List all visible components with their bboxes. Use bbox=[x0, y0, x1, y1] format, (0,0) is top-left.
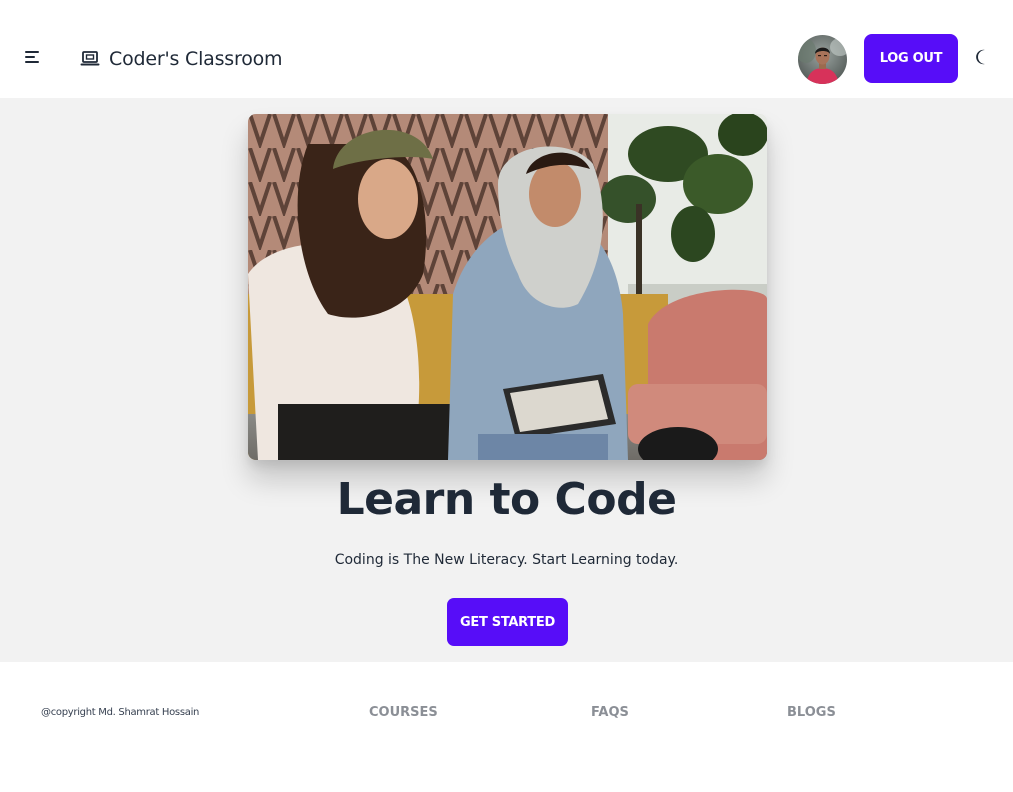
hero-section: Learn to Code Coding is The New Literacy… bbox=[0, 98, 1013, 662]
navbar: Coder's Classroom LOG OUT bbox=[0, 0, 1013, 98]
hamburger-menu-icon[interactable] bbox=[25, 51, 43, 67]
copyright-text: @copyright Md. Shamrat Hossain bbox=[41, 707, 200, 718]
user-avatar[interactable] bbox=[798, 35, 847, 84]
hero-image bbox=[248, 114, 767, 460]
laptop-icon bbox=[80, 51, 100, 66]
footer-link-courses[interactable]: COURSES bbox=[369, 705, 438, 720]
hero-subtitle: Coding is The New Literacy. Start Learni… bbox=[334, 552, 679, 568]
logout-button[interactable]: LOG OUT bbox=[864, 34, 958, 83]
get-started-button[interactable]: GET STARTED bbox=[447, 598, 568, 646]
avatar-image bbox=[798, 35, 847, 84]
hero-title: Learn to Code bbox=[336, 474, 677, 525]
brand-link[interactable]: Coder's Classroom bbox=[80, 44, 283, 74]
footer: @copyright Md. Shamrat Hossain COURSES F… bbox=[0, 662, 1013, 792]
hero-photo bbox=[248, 114, 767, 460]
footer-link-faqs[interactable]: FAQS bbox=[591, 705, 629, 720]
moon-icon[interactable] bbox=[974, 48, 992, 66]
footer-link-blogs[interactable]: BLOGS bbox=[787, 705, 836, 720]
brand-title: Coder's Classroom bbox=[109, 48, 283, 70]
